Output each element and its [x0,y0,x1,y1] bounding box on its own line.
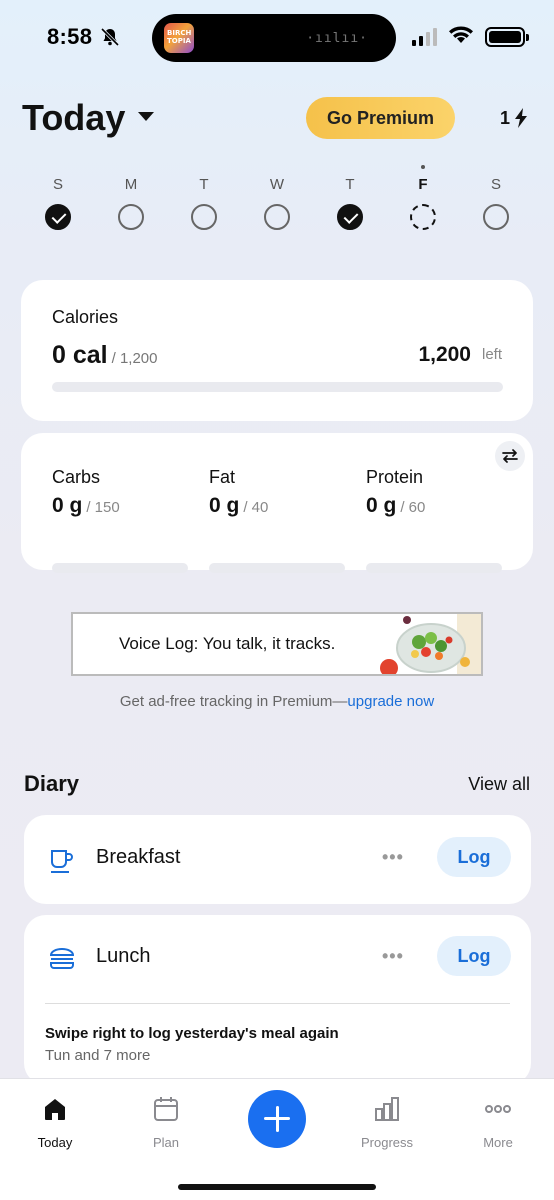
day-letter: T [345,176,355,193]
home-icon [45,1099,65,1120]
macro-progress-bar [366,563,502,573]
page-title[interactable]: Today [22,97,125,139]
day-mon[interactable]: M [93,162,169,230]
ad-banner[interactable]: Voice Log: You talk, it tracks. [71,612,483,676]
macro-name: Carbs [52,467,101,487]
day-wed[interactable]: W [239,162,315,230]
calories-label: Calories [52,307,119,327]
macro-name: Fat [209,467,236,487]
audio-wave-icon: ·ıılıı· [306,31,368,46]
plus-icon [275,1106,279,1132]
status-time: 8:58 [47,24,93,49]
more-icon [485,1105,511,1113]
view-all-link[interactable]: View all [468,774,530,795]
divider [45,1003,510,1004]
meal-name: Breakfast [96,846,181,868]
add-button[interactable] [248,1090,306,1148]
macro-goal: / 40 [243,499,269,516]
calories-card[interactable]: Calories 0 cal/ 1,200 1,200 left [21,280,533,421]
empty-circle-icon [118,204,144,230]
macro-protein: Protein 0 g/ 60 [366,467,502,573]
day-letter: W [269,176,285,193]
calories-goal: / 1,200 [111,350,158,367]
tab-more[interactable]: More [453,1095,543,1150]
macro-fat: Fat 0 g/ 40 [209,467,345,573]
calendar-icon [154,1097,178,1121]
swipe-hint-title: Swipe right to log yesterday's meal agai… [45,1025,339,1042]
macro-goal: / 60 [400,499,426,516]
check-circle-icon [45,204,71,230]
ad-note-text: Get ad-free tracking in Premium— [119,693,348,710]
bar-chart-icon [375,1097,399,1121]
upgrade-now-link[interactable]: upgrade now [347,693,434,710]
more-options-icon[interactable]: ••• [382,946,404,967]
ad-free-note: Get ad-free tracking in Premium—upgrade … [0,693,554,710]
streak-count[interactable]: 1 [500,108,510,129]
day-letter: T [199,176,209,193]
meal-card-lunch[interactable]: Lunch ••• Log Swipe right to log yesterd… [24,915,531,1085]
meal-name: Lunch [96,945,151,967]
day-letter: S [490,176,501,193]
signal-icon [412,28,437,46]
day-letter: M [124,176,138,193]
dynamic-island: BIRCH TOPIA ·ıılıı· [152,14,396,62]
day-letter: F [418,176,428,193]
day-sun[interactable]: S [20,162,96,230]
calories-progress-bar [52,382,503,392]
swipe-hint-subtitle: Tun and 7 more [45,1047,151,1064]
tab-bar: Today Plan Progress More [0,1078,554,1200]
today-dot [421,165,425,169]
day-thu[interactable]: T [312,162,388,230]
tab-label: Progress [360,1135,414,1150]
salad-bowl-image [369,614,481,674]
tab-today[interactable]: Today [10,1095,100,1150]
tab-label: Plan [152,1135,180,1150]
coffee-cup-icon [51,850,73,873]
ad-text: Voice Log: You talk, it tracks. [119,634,336,653]
tab-label: Today [37,1135,73,1150]
macro-value: 0 g [366,494,397,517]
go-premium-button[interactable]: Go Premium [306,97,455,139]
empty-circle-icon [264,204,290,230]
tab-plan[interactable]: Plan [121,1095,211,1150]
macro-progress-bar [209,563,345,573]
day-sat[interactable]: S [458,162,534,230]
calories-value: 0 cal/ 1,200 [52,341,157,370]
wifi-icon [449,26,473,43]
calories-left-label: left [481,346,502,363]
caret-down-icon[interactable] [138,112,154,121]
bolt-icon[interactable] [514,108,528,128]
macro-goal: / 150 [86,499,120,516]
macro-progress-bar [52,563,188,573]
battery-icon [485,27,529,47]
macro-carbs: Carbs 0 g/ 150 [52,467,188,573]
dashed-circle-icon [410,204,436,230]
more-options-icon[interactable]: ••• [382,847,404,868]
app-icon: BIRCH TOPIA [164,23,194,53]
log-breakfast-button[interactable]: Log [437,837,511,877]
bell-off-icon [100,27,120,47]
check-circle-icon [337,204,363,230]
empty-circle-icon [191,204,217,230]
swap-arrows-icon [502,449,518,463]
day-fri[interactable]: F [385,162,461,230]
macro-value: 0 g [209,494,240,517]
day-tue[interactable]: T [166,162,242,230]
macro-value: 0 g [52,494,83,517]
macros-card[interactable]: Carbs 0 g/ 150 Fat 0 g/ 40 Protein 0 g / … [21,433,533,573]
tab-progress[interactable]: Progress [342,1095,432,1150]
calories-left-value: 1,200 [418,343,471,366]
day-letter: S [52,176,63,193]
meal-card-breakfast[interactable]: Breakfast ••• Log [24,815,531,904]
macro-name: Protein [366,467,424,487]
log-lunch-button[interactable]: Log [437,936,511,976]
empty-circle-icon [483,204,509,230]
burger-icon [49,948,75,969]
diary-title: Diary [24,771,80,796]
week-strip: S M T W T F S [20,162,534,242]
home-indicator [178,1184,376,1190]
calories-consumed: 0 cal [52,341,108,369]
tab-label: More [483,1135,513,1150]
